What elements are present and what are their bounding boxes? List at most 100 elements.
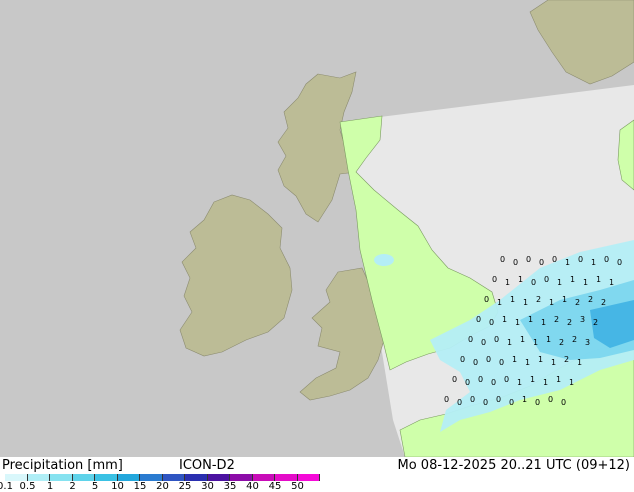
precip-value: 3	[585, 338, 590, 347]
precip-value: 1	[549, 298, 554, 307]
color-scale-segment	[95, 474, 118, 481]
precip-value: 2	[564, 355, 569, 364]
precip-value: 1	[522, 395, 527, 404]
precip-value: 0	[535, 398, 540, 407]
precip-value: 2	[588, 295, 593, 304]
precip-value: 1	[507, 338, 512, 347]
color-scale-tick-label: 25	[178, 481, 192, 492]
precip-value: 3	[580, 315, 585, 324]
precip-value: 0	[452, 375, 457, 384]
precip-value: 0	[531, 278, 536, 287]
precip-value: 0	[489, 318, 494, 327]
precip-value: 1	[512, 355, 517, 364]
precip-value: 0	[484, 295, 489, 304]
precip-value: 0	[465, 378, 470, 387]
precip-value: 0	[513, 258, 518, 267]
precip-value: 0	[499, 358, 504, 367]
precip-value: 0	[526, 255, 531, 264]
precip-value: 0	[444, 395, 449, 404]
precip-value: 1	[505, 278, 510, 287]
color-scale-tick-label: 15	[133, 481, 147, 492]
color-scale-segment	[162, 474, 185, 481]
map-footer: Precipitation [mm] ICON-D2 Mo 08-12-2025…	[0, 457, 634, 492]
precip-value: 0	[460, 355, 465, 364]
precip-value: 0	[539, 258, 544, 267]
precip-value: 0	[561, 398, 566, 407]
color-scale-tick-label: 0.1	[0, 481, 13, 492]
precip-value: 2	[536, 295, 541, 304]
color-scale-segment	[117, 474, 140, 481]
precip-value: 1	[562, 295, 567, 304]
rain-spot	[374, 254, 394, 266]
precip-value: 1	[533, 338, 538, 347]
precip-value: 1	[551, 358, 556, 367]
precip-value: 0	[473, 358, 478, 367]
precip-value: 0	[552, 255, 557, 264]
color-scale-segment	[252, 474, 275, 481]
color-scale-segment	[50, 474, 73, 481]
precip-value: 0	[470, 395, 475, 404]
precip-value: 0	[617, 258, 622, 267]
color-scale-tick-label: 2	[69, 481, 76, 492]
precip-value: 1	[525, 358, 530, 367]
precip-value: 0	[494, 335, 499, 344]
color-scale-tick-label: 1	[46, 481, 54, 492]
precip-value: 1	[517, 378, 522, 387]
precip-value: 2	[593, 318, 598, 327]
precip-value: 0	[548, 395, 553, 404]
color-scale-tick-label: 35	[223, 481, 237, 492]
precip-value: 1	[497, 298, 502, 307]
precip-value: 1	[510, 295, 515, 304]
precip-value: 1	[538, 355, 543, 364]
precip-value: 0	[504, 375, 509, 384]
precip-value: 1	[543, 378, 548, 387]
precip-value: 2	[572, 335, 577, 344]
precip-value: 2	[554, 315, 559, 324]
precip-value: 1	[591, 258, 596, 267]
precip-value: 1	[546, 335, 551, 344]
precip-value: 2	[559, 338, 564, 347]
precip-value: 0	[544, 275, 549, 284]
precip-value: 1	[528, 315, 533, 324]
precip-value: 1	[609, 278, 614, 287]
precip-value: 1	[577, 358, 582, 367]
color-scale-tick-label: 50	[291, 481, 304, 492]
precip-value: 0	[476, 315, 481, 324]
color-scale-segment	[72, 474, 95, 481]
valid-time: Mo 08-12-2025 20..21 UTC (09+12)	[397, 458, 631, 473]
color-scale-tick-label: 10	[111, 481, 124, 492]
precip-value: 1	[569, 378, 574, 387]
precip-value: 1	[523, 298, 528, 307]
color-scale-tick-label: 45	[268, 481, 282, 492]
precip-value: 0	[509, 398, 514, 407]
color-scale-tick-label: 5	[91, 481, 99, 492]
precip-value: 1	[515, 318, 520, 327]
color-scale-segment	[207, 474, 230, 481]
precip-value: 0	[491, 378, 496, 387]
precip-value: 1	[570, 275, 575, 284]
precip-value: 2	[567, 318, 572, 327]
precip-value: 1	[596, 275, 601, 284]
precip-value: 1	[556, 375, 561, 384]
precip-value: 0	[486, 355, 491, 364]
product-title: Precipitation [mm]	[2, 458, 123, 473]
precip-value: 0	[478, 375, 483, 384]
color-scale-segment	[230, 474, 253, 481]
precip-value: 1	[520, 335, 525, 344]
precip-value: 0	[500, 255, 505, 264]
precip-value: 0	[468, 335, 473, 344]
color-scale-segment	[297, 474, 320, 481]
precip-value: 0	[578, 255, 583, 264]
color-scale-tick-label: 30	[201, 481, 214, 492]
color-scale-segment	[185, 474, 208, 481]
precip-value: 0	[481, 338, 486, 347]
precip-value: 2	[601, 298, 606, 307]
precip-value: 2	[575, 298, 580, 307]
precip-value: 1	[557, 278, 562, 287]
color-scale-segment	[27, 474, 50, 481]
precip-value: 1	[583, 278, 588, 287]
precip-value: 1	[565, 258, 570, 267]
color-scale-segment	[5, 474, 28, 481]
precip-value: 0	[604, 255, 609, 264]
color-scale-segment	[140, 474, 163, 481]
